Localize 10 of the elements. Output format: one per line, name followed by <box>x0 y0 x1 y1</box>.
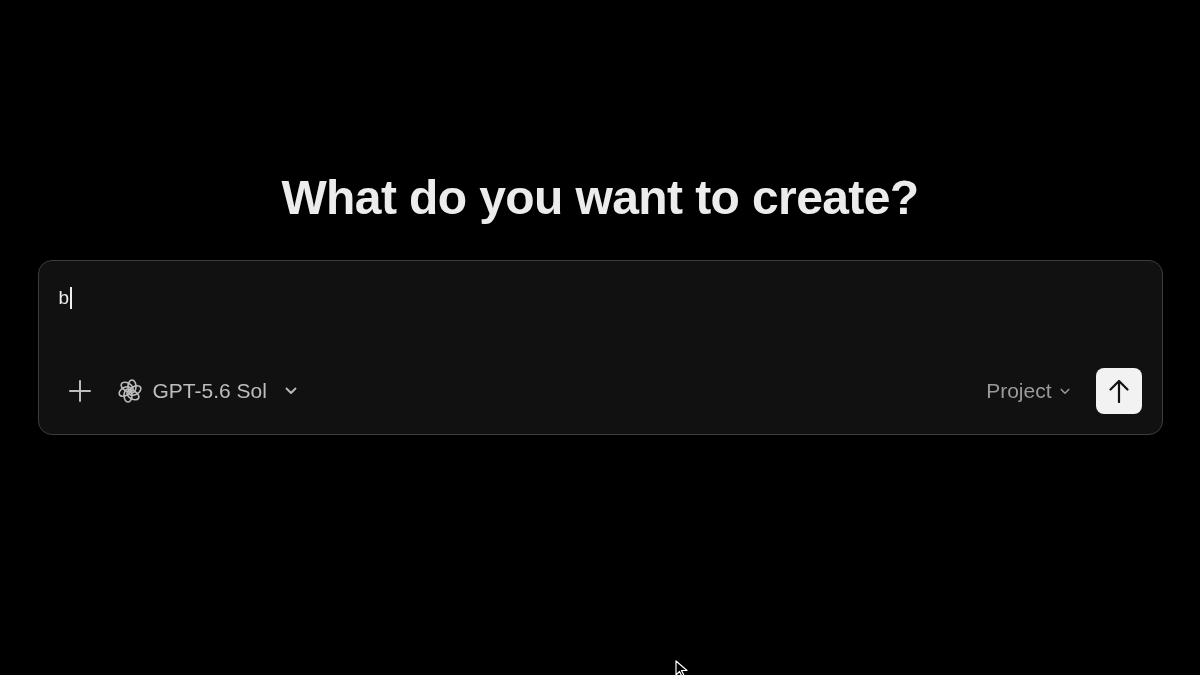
send-button[interactable] <box>1095 368 1142 414</box>
page-heading: What do you want to create? <box>281 170 919 226</box>
chevron-down-icon <box>284 387 297 395</box>
chevron-down-icon <box>1059 387 1070 395</box>
plus-icon <box>68 380 91 402</box>
model-selector[interactable]: GPT-5.6 Sol <box>116 374 297 408</box>
arrow-up-icon <box>1108 379 1129 403</box>
project-selector[interactable]: Project <box>986 374 1070 408</box>
knot-icon <box>116 378 143 404</box>
prompt-field[interactable]: b <box>58 283 1059 313</box>
